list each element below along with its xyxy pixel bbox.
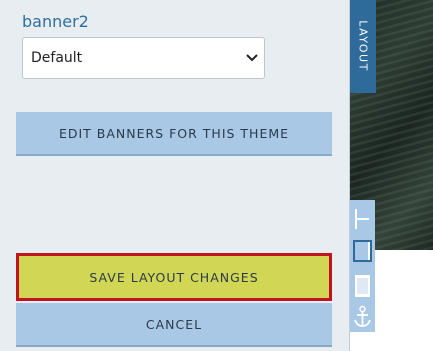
layout-toolbar xyxy=(350,200,375,332)
banner2-select[interactable]: Default xyxy=(22,37,265,79)
cancel-button[interactable]: CANCEL xyxy=(16,303,332,347)
anchor-icon[interactable] xyxy=(350,302,375,332)
save-layout-button[interactable]: SAVE LAYOUT CHANGES xyxy=(16,253,332,301)
settings-panel: banner2 Default EDIT BANNERS FOR THIS TH… xyxy=(0,0,349,351)
chevron-down-icon xyxy=(246,50,258,66)
banner2-select-value: Default xyxy=(31,50,83,66)
layout-tab-label: LAYOUT xyxy=(356,20,370,72)
align-full-icon[interactable] xyxy=(350,270,375,300)
banner2-label: banner2 xyxy=(22,12,89,31)
align-left-icon[interactable] xyxy=(350,204,375,234)
edit-banners-button[interactable]: EDIT BANNERS FOR THIS THEME xyxy=(16,112,332,156)
align-center-icon[interactable] xyxy=(350,236,375,266)
layout-tab[interactable]: LAYOUT xyxy=(350,0,376,93)
